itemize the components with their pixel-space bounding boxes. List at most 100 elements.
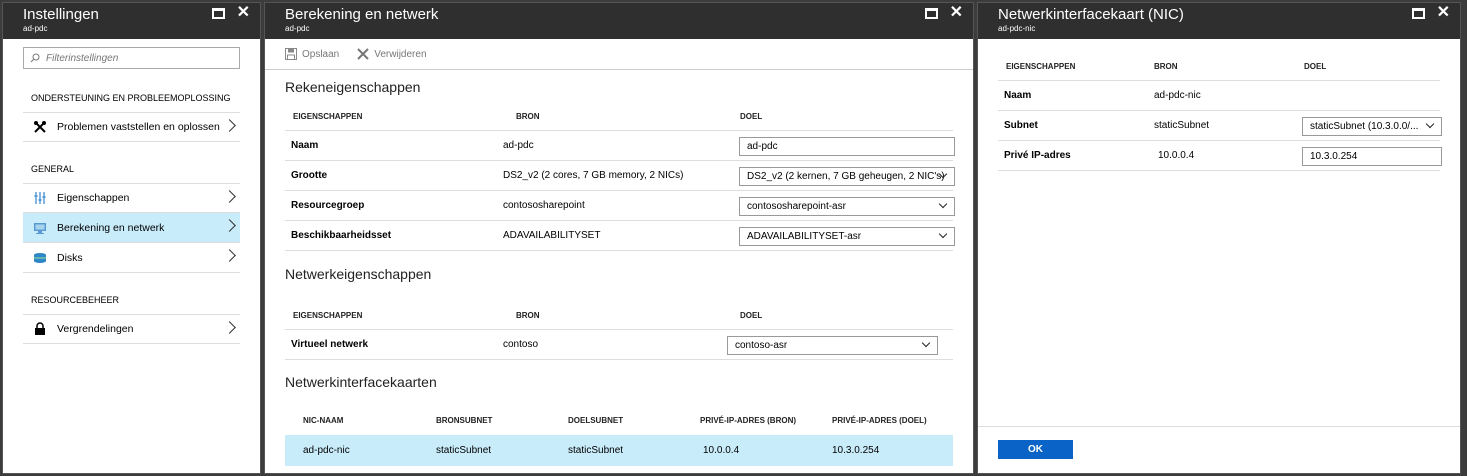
compute-network-blade: Berekening en netwerk ad-pdc ✕ Opslaan V… [264,2,974,474]
chevron-down-icon [1425,119,1435,129]
property-name: Virtueel netwerk [291,339,369,350]
chevron-right-icon [223,321,236,334]
sidebar-item-troubleshoot[interactable]: Problemen vaststellen en oplossen [23,112,240,142]
property-source: ADAVAILABILITYSET [503,230,601,241]
target-availability-set-value: ADAVAILABILITYSET-asr [747,231,862,242]
close-icon[interactable]: ✕ [1437,5,1450,21]
table-row: Grootte DS2_v2 (2 cores, 7 GB memory, 2 … [285,161,955,191]
nic-source-ip: 10.0.0.4 [703,445,740,456]
table-row: Virtueel netwerk contoso contoso-asr [285,330,953,360]
section-label-general: GENERAL [31,164,75,174]
save-icon [285,48,297,60]
target-private-ip-input[interactable]: 10.3.0.254 [1302,147,1442,166]
lock-icon [33,322,47,336]
save-button[interactable]: Opslaan [285,48,339,60]
column-header: PRIVÉ-IP-ADRES (BRON) [700,416,797,425]
nic-blade-header: Netwerkinterfacekaart (NIC) ad-pdc-nic ✕ [978,3,1460,39]
blade-title: Netwerkinterfacekaart (NIC) [998,6,1184,23]
column-header: BRONSUBNET [436,416,493,425]
column-header: EIGENSCHAPPEN [1006,62,1076,71]
chevron-right-icon [223,249,236,262]
delete-button[interactable]: Verwijderen [357,48,427,60]
column-header: DOEL [740,112,763,121]
sidebar-item-label: Problemen vaststellen en oplossen [57,121,220,133]
property-source: DS2_v2 (2 cores, 7 GB memory, 2 NICs) [503,170,684,181]
maximize-icon[interactable] [1411,7,1425,19]
nics-section-title: Netwerkinterfacekaarten [285,374,437,390]
property-source: contoso [503,339,539,350]
blade-subtitle: ad-pdc [285,24,310,33]
property-source: contososharepoint [503,200,585,211]
nic-source-subnet: staticSubnet [436,445,492,456]
column-header: PRIVÉ-IP-ADRES (DOEL) [832,416,927,425]
blade-title: Berekening en netwerk [285,6,439,23]
nic-target-subnet: staticSubnet [568,445,624,456]
chevron-right-icon [223,190,236,203]
table-row: Resourcegroep contososharepoint contosos… [285,191,955,221]
property-source: ad-pdc-nic [1154,90,1201,101]
property-name: Privé IP-adres [1004,150,1071,161]
chevron-right-icon [223,119,236,132]
compute-network-blade-header: Berekening en netwerk ad-pdc ✕ [265,3,973,39]
nic-table-header: EIGENSCHAPPEN BRON DOEL [998,51,1440,81]
chevron-down-icon [921,338,931,348]
nic-target-ip: 10.3.0.254 [832,445,880,456]
sidebar-item-compute-network[interactable]: Berekening en netwerk [23,213,240,243]
network-table-header: EIGENSCHAPPEN BRON DOEL [285,300,953,330]
table-row: Privé IP-adres 10.0.0.4 10.3.0.254 [998,141,1442,171]
column-header: BRON [516,112,540,121]
sidebar-item-label: Disks [57,251,83,264]
maximize-icon[interactable] [211,7,225,19]
property-source: 10.0.0.4 [1158,150,1195,161]
ok-button[interactable]: OK [998,440,1073,459]
sidebar-item-disks[interactable]: Disks [23,243,240,273]
search-input[interactable]: Filterinstellingen [23,47,240,69]
close-icon[interactable]: ✕ [237,5,250,21]
sidebar-item-label: Eigenschappen [57,192,130,204]
table-row: Naam ad-pdc-nic [998,81,1440,111]
blade-subtitle: ad-pdc-nic [998,24,1036,33]
properties-icon [33,191,47,205]
target-subnet-select[interactable]: staticSubnet (10.3.0.0/... [1302,117,1442,136]
column-header: NIC-NAAM [303,416,344,425]
section-label-resource-management: RESOURCEBEHEER [31,295,120,305]
close-icon[interactable]: ✕ [950,5,963,21]
section-label-support: ONDERSTEUNING EN PROBLEEMOPLOSSING [31,93,231,103]
target-vnet-value: contoso-asr [735,340,788,351]
target-resource-group-select[interactable]: contososharepoint-asr [739,197,955,216]
table-row: Subnet staticSubnet staticSubnet (10.3.0… [998,111,1442,141]
blade-subtitle: ad-pdc [23,24,48,33]
target-private-ip-value: 10.3.0.254 [1310,151,1358,162]
column-header: DOEL [740,311,763,320]
target-vnet-select[interactable]: contoso-asr [727,336,938,355]
property-source: staticSubnet [1154,120,1210,131]
sidebar-item-label: Berekening en netwerk [57,221,165,234]
property-name: Resourcegroep [291,200,365,211]
monitor-icon [33,221,47,235]
sidebar-item-label: Vergrendelingen [57,323,134,335]
chevron-down-icon [938,199,948,209]
settings-blade-header: Instellingen ad-pdc ✕ [3,3,260,39]
nic-name: ad-pdc-nic [303,445,350,456]
nic-blade: Netwerkinterfacekaart (NIC) ad-pdc-nic ✕… [977,2,1461,474]
column-header: DOELSUBNET [568,416,624,425]
delete-icon [357,48,369,60]
column-header: DOEL [1304,62,1327,71]
target-size-select[interactable]: DS2_v2 (2 kernen, 7 GB geheugen, 2 NIC's… [739,167,955,186]
disks-icon [33,251,47,265]
target-availability-set-select[interactable]: ADAVAILABILITYSET-asr [739,227,955,246]
sidebar-item-properties[interactable]: Eigenschappen [23,183,240,213]
target-subnet-value: staticSubnet (10.3.0.0/... [1310,121,1419,132]
search-placeholder: Filterinstellingen [46,52,119,64]
target-name-input[interactable]: ad-pdc [739,137,955,156]
property-name: Grootte [291,170,328,181]
target-resource-group-value: contososharepoint-asr [747,201,846,212]
network-section-title: Netwerkeigenschappen [285,266,432,282]
target-size-value: DS2_v2 (2 kernen, 7 GB geheugen, 2 NIC's… [747,171,945,182]
table-row: Naam ad-pdc ad-pdc [285,131,955,161]
column-header: BRON [516,311,540,320]
property-name: Naam [291,140,319,151]
nic-row[interactable]: ad-pdc-nic staticSubnet staticSubnet 10.… [285,435,953,466]
sidebar-item-locks[interactable]: Vergrendelingen [23,314,240,344]
maximize-icon[interactable] [924,7,938,19]
